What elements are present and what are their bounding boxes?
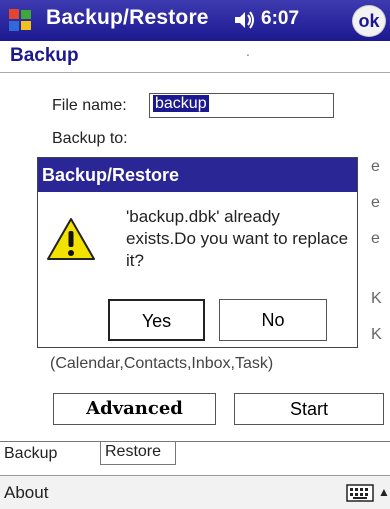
yes-button[interactable]: Yes	[108, 299, 205, 341]
file-name-input[interactable]: backup	[149, 93, 334, 118]
partial-text-e2: e	[371, 194, 380, 211]
partial-text-e3: e	[371, 230, 380, 247]
tab-backup[interactable]: Backup	[0, 441, 96, 467]
up-arrow-icon[interactable]: ▲	[378, 485, 390, 499]
partial-text-k2: K	[371, 326, 382, 343]
app-title: Backup/Restore	[46, 6, 209, 29]
title-bar: Backup/Restore 6:07 ok	[0, 0, 390, 41]
tab-restore[interactable]: Restore	[100, 441, 176, 465]
speaker-icon[interactable]	[234, 10, 256, 30]
backup-to-label: Backup to:	[52, 130, 128, 147]
clock[interactable]: 6:07	[261, 8, 299, 30]
file-name-selected-text: backup	[153, 95, 209, 112]
partial-text-e1: e	[371, 158, 380, 175]
page-heading-row: Backup .	[0, 41, 390, 73]
dialog-title: Backup/Restore	[38, 158, 357, 192]
confirm-dialog: Backup/Restore 'backup.dbk' already exis…	[37, 157, 358, 348]
advanced-button[interactable]: Advanced	[53, 393, 216, 425]
windows-flag-icon[interactable]	[6, 6, 34, 34]
partial-text-k1: K	[371, 290, 382, 307]
keyboard-icon[interactable]	[346, 484, 374, 502]
no-button[interactable]: No	[219, 299, 327, 341]
file-name-label: File name:	[52, 97, 127, 114]
backup-items-text: (Calendar,Contacts,Inbox,Task)	[50, 355, 274, 372]
about-menu[interactable]: About	[4, 483, 48, 503]
dialog-message: 'backup.dbk' already exists.Do you want …	[126, 207, 349, 270]
menu-bar: About ▲	[0, 475, 390, 509]
start-button[interactable]: Start	[234, 393, 384, 425]
ok-button[interactable]: ok	[352, 5, 386, 37]
warning-icon	[47, 218, 95, 260]
page-title: Backup	[10, 45, 79, 66]
heading-dot: .	[246, 43, 250, 59]
